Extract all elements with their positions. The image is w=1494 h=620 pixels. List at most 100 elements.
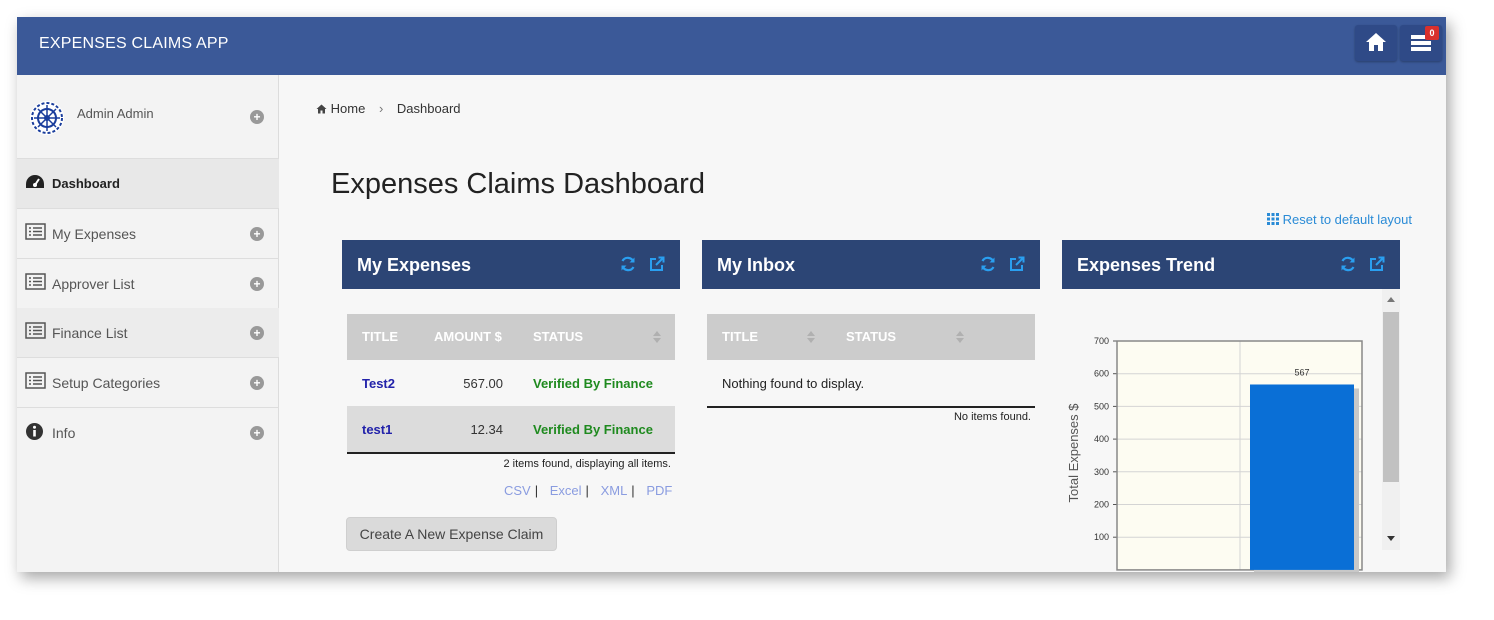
column-header-title[interactable]: TITLE xyxy=(362,329,398,344)
refresh-icon[interactable] xyxy=(1340,256,1356,272)
main-content: Home › Dashboard Expenses Claims Dashboa… xyxy=(280,75,1446,572)
my-inbox-panel-header: My Inbox xyxy=(702,240,1040,289)
my-inbox-table-header: TITLE STATUS xyxy=(707,314,1035,360)
breadcrumb: Home › Dashboard xyxy=(316,101,461,116)
sidebar-item-setup-categories[interactable]: Setup Categories + xyxy=(17,358,279,408)
y-tick-label: 600 xyxy=(1094,369,1109,379)
list-icon xyxy=(25,223,46,240)
data-label: 567 xyxy=(1294,367,1309,377)
scroll-up-icon[interactable] xyxy=(1382,293,1400,307)
top-bar: EXPENSES CLAIMS APP 0 xyxy=(17,17,1446,75)
expand-icon[interactable]: + xyxy=(250,277,264,291)
sidebar: Admin Admin + Dashboard My Expenses + Ap… xyxy=(17,75,279,572)
my-expenses-panel-header: My Expenses xyxy=(342,240,680,289)
avatar-logo-icon xyxy=(31,102,63,134)
column-header-title[interactable]: TITLE xyxy=(722,329,758,344)
panel-title: Expenses Trend xyxy=(1077,255,1216,275)
export-separator: | xyxy=(585,483,589,498)
reset-layout-label: Reset to default layout xyxy=(1282,212,1412,227)
column-header-status[interactable]: STATUS xyxy=(533,329,583,344)
chart-scrollbar[interactable] xyxy=(1382,289,1400,550)
dashboard-icon xyxy=(26,175,44,188)
external-link-icon[interactable] xyxy=(649,256,665,272)
table-divider xyxy=(707,406,1035,408)
notifications-button[interactable]: 0 xyxy=(1400,25,1442,61)
sidebar-item-label: Finance List xyxy=(52,325,128,341)
sidebar-item-label: My Expenses xyxy=(52,226,137,242)
my-expenses-table-header: TITLE AMOUNT $ STATUS xyxy=(347,314,675,360)
breadcrumb-current: Dashboard xyxy=(396,101,461,116)
external-link-icon[interactable] xyxy=(1009,256,1025,272)
y-tick-label: 500 xyxy=(1094,401,1109,411)
table-divider xyxy=(347,452,675,454)
user-name: Admin Admin xyxy=(77,106,154,121)
expense-title-link[interactable]: test1 xyxy=(362,422,392,437)
expense-title-link[interactable]: Test2 xyxy=(362,376,395,391)
expenses-trend-chart: 100 200 300 400 500 600 700 567 Total Expenses $ xyxy=(1066,336,1363,572)
y-tick-label: 700 xyxy=(1094,336,1109,346)
expense-status: Verified By Finance xyxy=(533,376,653,391)
refresh-icon[interactable] xyxy=(980,256,996,272)
scroll-down-icon[interactable] xyxy=(1382,531,1400,545)
table-row[interactable]: test1 12.34 Verified By Finance xyxy=(347,406,675,452)
export-xml-link[interactable]: XML xyxy=(601,483,628,498)
sidebar-item-finance-list[interactable]: Finance List + xyxy=(17,308,279,358)
expand-icon[interactable]: + xyxy=(250,326,264,340)
expenses-trend-panel-header: Expenses Trend xyxy=(1062,240,1400,289)
inbox-empty-message: Nothing found to display. xyxy=(722,376,865,391)
table-row[interactable]: Test2 567.00 Verified By Finance xyxy=(347,360,675,406)
y-tick-label: 100 xyxy=(1094,532,1109,542)
export-links: CSV | Excel | XML | PDF xyxy=(504,483,672,498)
panel-title: My Expenses xyxy=(357,255,472,275)
my-expenses-summary: 2 items found, displaying all items. xyxy=(503,458,671,470)
app-window: EXPENSES CLAIMS APP 0 Admin Admin + Dash… xyxy=(17,17,1446,572)
grid-icon xyxy=(1266,213,1279,225)
expand-icon[interactable]: + xyxy=(250,227,264,241)
scroll-thumb[interactable] xyxy=(1383,312,1399,482)
sidebar-item-dashboard[interactable]: Dashboard xyxy=(17,159,279,209)
y-tick-label: 200 xyxy=(1094,500,1109,510)
external-link-icon[interactable] xyxy=(1369,256,1385,272)
sort-icon[interactable] xyxy=(956,331,964,343)
breadcrumb-home[interactable]: Home xyxy=(331,101,366,116)
refresh-icon[interactable] xyxy=(620,256,636,272)
expand-icon[interactable]: + xyxy=(250,376,264,390)
reset-layout-link[interactable]: Reset to default layout xyxy=(1266,212,1412,227)
export-separator: | xyxy=(534,483,539,498)
y-tick-label: 300 xyxy=(1094,467,1109,477)
bar xyxy=(1250,384,1354,570)
column-header-status[interactable]: STATUS xyxy=(846,329,896,344)
home-button[interactable] xyxy=(1355,25,1397,61)
sidebar-item-label: Dashboard xyxy=(52,176,120,191)
breadcrumb-separator: › xyxy=(378,101,384,116)
list-icon xyxy=(25,372,46,389)
sidebar-item-approver-list[interactable]: Approver List + xyxy=(17,259,279,309)
export-csv-link[interactable]: CSV xyxy=(504,483,531,498)
expense-status: Verified By Finance xyxy=(533,422,653,437)
my-inbox-summary: No items found. xyxy=(953,411,1031,423)
user-block[interactable]: Admin Admin + xyxy=(17,75,279,159)
create-expense-claim-button[interactable]: Create A New Expense Claim xyxy=(346,517,557,551)
expense-amount: 567.00 xyxy=(463,376,503,391)
home-icon xyxy=(1366,33,1386,51)
export-separator: | xyxy=(631,483,635,498)
expense-amount: 12.34 xyxy=(470,422,503,437)
sidebar-item-info[interactable]: Info + xyxy=(17,408,279,458)
app-title[interactable]: EXPENSES CLAIMS APP xyxy=(39,35,229,53)
y-axis-label: Total Expenses $ xyxy=(1066,403,1081,503)
export-excel-link[interactable]: Excel xyxy=(550,483,582,498)
expand-icon[interactable]: + xyxy=(250,426,264,440)
export-pdf-link[interactable]: PDF xyxy=(646,483,672,498)
sort-icon[interactable] xyxy=(653,331,661,343)
sidebar-item-my-expenses[interactable]: My Expenses + xyxy=(17,209,279,259)
page-title: Expenses Claims Dashboard xyxy=(331,168,705,200)
sort-icon[interactable] xyxy=(807,331,815,343)
column-header-amount[interactable]: AMOUNT $ xyxy=(434,329,502,344)
home-icon xyxy=(316,104,327,114)
y-tick-label: 400 xyxy=(1094,434,1109,444)
notification-badge: 0 xyxy=(1425,26,1439,40)
list-icon xyxy=(25,322,46,339)
sidebar-item-label: Approver List xyxy=(52,276,135,292)
list-icon xyxy=(25,273,46,290)
user-expand-icon[interactable]: + xyxy=(250,110,264,124)
